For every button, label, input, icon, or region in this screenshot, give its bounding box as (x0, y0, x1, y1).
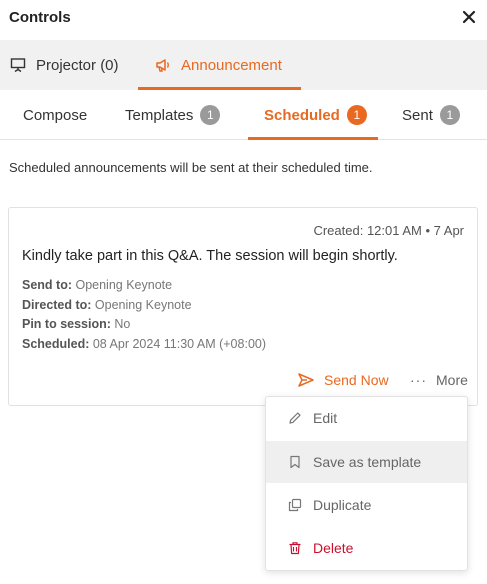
sent-count-badge: 1 (439, 105, 460, 125)
megaphone-icon (154, 56, 172, 74)
menu-item-save-as-template[interactable]: Save as template (266, 441, 467, 483)
detail-scheduled: Scheduled: 08 Apr 2024 11:30 AM (+08:00) (22, 337, 266, 351)
top-tab-bar: Projector (0) Announcement (0, 40, 487, 90)
scheduled-count-badge: 1 (346, 105, 367, 125)
created-timestamp: Created: 12:01 AM • 7 Apr (313, 223, 464, 238)
detail-value: 08 Apr 2024 11:30 AM (+08:00) (89, 337, 267, 351)
tab-compose-label: Compose (23, 106, 88, 124)
detail-label: Pin to session: (22, 317, 111, 331)
menu-item-label: Duplicate (313, 497, 372, 513)
tab-announcement-label: Announcement (181, 56, 282, 74)
detail-value: No (110, 317, 131, 331)
menu-item-label: Edit (313, 410, 338, 426)
announcement-card: Created: 12:01 AM • 7 Apr Kindly take pa… (8, 207, 478, 406)
detail-send-to: Send to: Opening Keynote (22, 278, 172, 292)
detail-label: Send to: (22, 278, 72, 292)
detail-value: Opening Keynote (91, 298, 192, 312)
detail-pin-to-session: Pin to session: No (22, 317, 130, 331)
menu-item-label: Save as template (313, 454, 422, 470)
menu-item-label: Delete (313, 540, 354, 556)
close-button[interactable] (462, 10, 476, 24)
sub-tab-bar: Compose Templates 1 Scheduled 1 Sent 1 (0, 90, 487, 140)
close-icon (462, 10, 476, 24)
pencil-icon (288, 411, 302, 425)
tab-projector[interactable]: Projector (0) (9, 40, 119, 90)
tab-announcement[interactable]: Announcement (154, 40, 282, 90)
controls-header: Controls (0, 0, 487, 40)
bookmark-icon (288, 455, 302, 469)
more-button[interactable]: ··· More (410, 372, 468, 388)
more-actions-menu: Edit Save as template Duplicate Delete (265, 396, 468, 571)
trash-icon (288, 541, 302, 555)
more-dots-icon: ··· (410, 372, 427, 388)
templates-count-badge: 1 (200, 105, 221, 125)
detail-label: Directed to: (22, 298, 92, 312)
panel-title: Controls (9, 9, 71, 26)
announcement-message: Kindly take part in this Q&A. The sessio… (22, 248, 398, 264)
tab-templates-label: Templates (125, 106, 194, 124)
tab-projector-label: Projector (0) (36, 56, 119, 74)
detail-directed-to: Directed to: Opening Keynote (22, 298, 192, 312)
active-subtab-indicator (248, 137, 378, 140)
tab-sent[interactable]: Sent 1 (402, 90, 460, 140)
send-now-button[interactable]: Send Now (297, 372, 389, 388)
tab-scheduled[interactable]: Scheduled 1 (264, 90, 367, 140)
menu-item-delete[interactable]: Delete (266, 527, 467, 569)
detail-label: Scheduled: (22, 337, 90, 351)
menu-item-edit[interactable]: Edit (266, 397, 467, 439)
menu-item-duplicate[interactable]: Duplicate (266, 484, 467, 526)
detail-value: Opening Keynote (72, 278, 173, 292)
duplicate-icon (288, 498, 302, 512)
tab-templates[interactable]: Templates 1 (125, 90, 221, 140)
more-label: More (436, 372, 468, 388)
tab-sent-label: Sent (402, 106, 433, 124)
projector-icon (9, 56, 27, 74)
tab-scheduled-label: Scheduled (264, 106, 340, 124)
send-now-label: Send Now (324, 372, 389, 388)
tab-compose[interactable]: Compose (23, 90, 87, 140)
scheduled-info-text: Scheduled announcements will be sent at … (9, 160, 373, 175)
send-icon (298, 373, 314, 387)
